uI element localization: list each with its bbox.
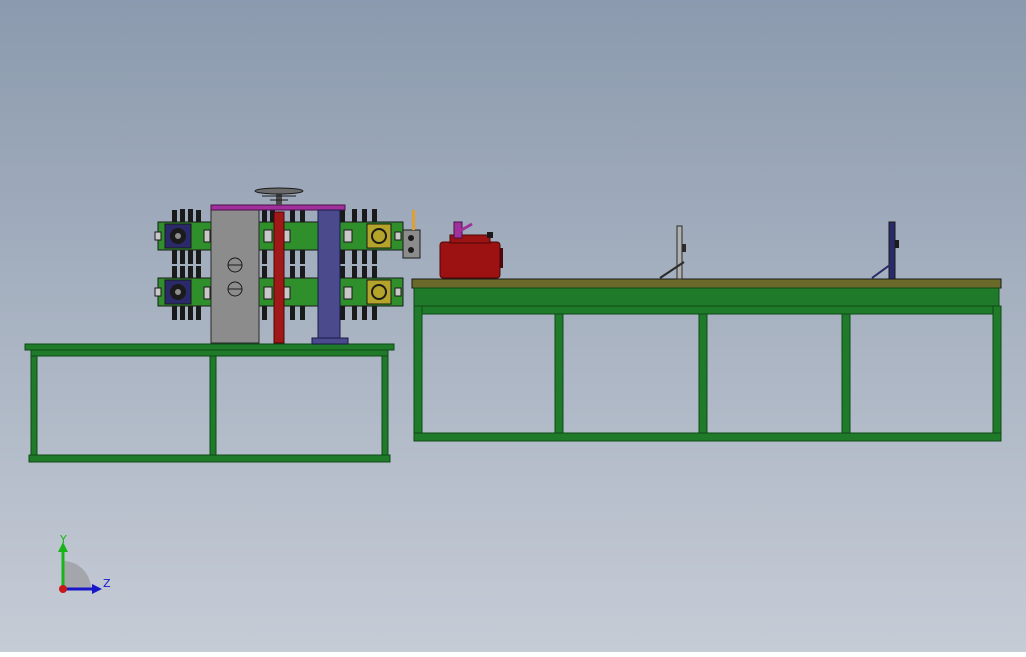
z-axis-label: Z (103, 577, 111, 590)
top-crossbar (210, 204, 346, 211)
exit-guide (402, 229, 421, 259)
right-table-leg (841, 313, 851, 437)
cad-viewport[interactable]: Y Z (0, 0, 1026, 652)
side-plate (210, 206, 260, 344)
hydraulic-tank (439, 241, 501, 279)
cad-scene[interactable]: Y Z (0, 0, 1026, 652)
right-table-leg (554, 313, 564, 437)
left-table-bottom-rail (28, 454, 391, 463)
left-table-apron (30, 349, 389, 357)
right-table-leg (413, 305, 423, 442)
guide-pin (412, 210, 415, 230)
support-post (317, 209, 341, 344)
triad-origin (59, 585, 67, 593)
lower-left-bearing-core (175, 289, 181, 295)
right-table-top (411, 278, 1002, 289)
left-table-leg (30, 355, 38, 463)
upper-left-bearing-core (175, 233, 181, 239)
drive-shaft (273, 211, 285, 344)
y-axis-label: Y (59, 533, 67, 546)
exit-guide-bolt (408, 235, 414, 241)
tank-outlet (500, 248, 503, 268)
left-table-top (24, 343, 395, 351)
lower-right-hub (366, 279, 392, 305)
upper-right-hub (366, 223, 392, 249)
viewport-background (0, 0, 1026, 652)
support-post-base (311, 337, 349, 345)
right-table-beam (413, 287, 1000, 307)
left-table-leg (381, 355, 389, 463)
right-table-leg (992, 305, 1002, 442)
right-table-bottom-rail (413, 432, 1002, 442)
right-table-leg (698, 313, 708, 437)
left-table-leg (209, 355, 217, 457)
exit-guide-bolt (408, 247, 414, 253)
tank-cap (487, 232, 493, 238)
right-table-apron (417, 305, 996, 315)
